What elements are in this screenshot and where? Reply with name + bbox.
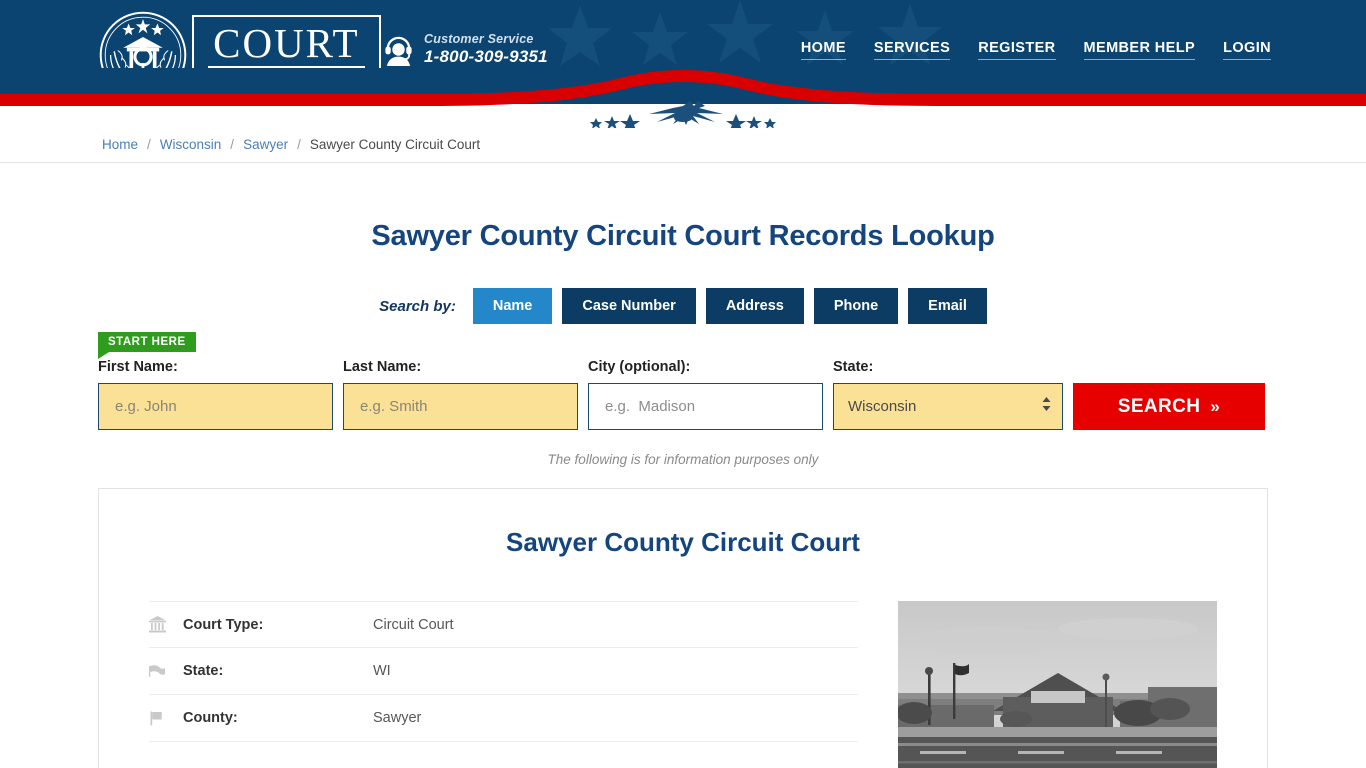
tab-name[interactable]: Name (472, 288, 553, 324)
court-details-table: Court Type: Circuit Court State: WI Coun… (149, 601, 858, 768)
table-row: County: Sawyer (149, 695, 858, 742)
nav-item-login[interactable]: LOGIN (1223, 40, 1271, 60)
breadcrumb-separator: / (297, 136, 301, 152)
tab-address[interactable]: Address (705, 288, 804, 324)
breadcrumb-item-current: Sawyer County Circuit Court (309, 136, 481, 152)
search-button-label: SEARCH (1117, 395, 1201, 417)
courthouse-photo (897, 601, 1217, 768)
stars-and-eagle-decoration (590, 101, 776, 128)
nav-item-services[interactable]: SERVICES (873, 40, 951, 60)
patriotic-wave-divider (0, 68, 1366, 128)
tab-phone[interactable]: Phone (813, 288, 899, 324)
city-label: City (optional): (588, 359, 691, 375)
tab-email[interactable]: Email (908, 288, 987, 324)
row-label: State: (183, 663, 224, 679)
search-by-tabs: Search by: Name Case Number Address Phon… (0, 288, 1366, 324)
last-name-label: Last Name: (343, 359, 422, 375)
double-chevron-right-icon: » (1210, 396, 1221, 416)
nav-item-register[interactable]: REGISTER (978, 40, 1056, 60)
bank-icon (149, 616, 183, 633)
flag-icon (149, 710, 183, 727)
row-label: Court Type: (183, 616, 264, 633)
headset-support-icon (385, 36, 412, 66)
city-input[interactable] (588, 383, 823, 430)
customer-service-label: Customer Service (424, 32, 534, 47)
state-field-group: State: WisconsinAlabamaAlaskaArizonaCali… (833, 359, 1063, 430)
search-button[interactable]: SEARCH » (1073, 383, 1265, 430)
search-form: START HERE First Name: Last Name: City (… (98, 324, 1268, 467)
breadcrumb-separator: / (147, 136, 151, 152)
tab-case-number[interactable]: Case Number (562, 288, 696, 324)
breadcrumb-item-sawyer[interactable]: Sawyer (243, 137, 288, 152)
pennant-icon (149, 663, 183, 680)
disclaimer-text: The following is for information purpose… (547, 452, 819, 467)
row-label: County: (183, 710, 238, 726)
court-card-title: Sawyer County Circuit Court (506, 527, 860, 557)
search-by-label: Search by: (379, 297, 456, 315)
customer-service-phone[interactable]: 1-800-309-9351 (424, 48, 548, 66)
main-navigation: HOME SERVICES REGISTER MEMBER HELP LOGIN (800, 40, 1271, 60)
breadcrumb-bar: Home / Wisconsin / Sawyer / Sawyer Count… (0, 126, 1366, 163)
first-name-label: First Name: (98, 359, 178, 375)
last-name-input[interactable] (343, 383, 578, 430)
city-field-group: City (optional): (588, 359, 823, 430)
table-row: Court Type: Circuit Court (149, 601, 858, 648)
nav-item-member-help[interactable]: MEMBER HELP (1083, 40, 1196, 60)
last-name-field-group: Last Name: (343, 359, 578, 430)
breadcrumb-item-wisconsin[interactable]: Wisconsin (160, 137, 222, 152)
court-details-card: Sawyer County Circuit Court Court Type: (98, 488, 1268, 768)
table-row: State: WI (149, 648, 858, 695)
first-name-field-group: First Name: (98, 359, 333, 430)
breadcrumb-separator: / (230, 136, 235, 152)
state-select[interactable]: WisconsinAlabamaAlaskaArizonaCaliforniaF… (833, 383, 1063, 430)
nav-item-home[interactable]: HOME (800, 40, 846, 60)
breadcrumb-item-home[interactable]: Home (102, 137, 138, 152)
start-here-badge: START HERE (98, 332, 196, 359)
first-name-input[interactable] (98, 383, 333, 430)
breadcrumb: Home / Wisconsin / Sawyer / Sawyer Count… (0, 137, 480, 152)
logo-title: COURT (208, 21, 365, 68)
row-value: Sawyer (373, 710, 422, 726)
state-label: State: (833, 359, 874, 375)
row-value: Circuit Court (373, 616, 454, 633)
page-title: Sawyer County Circuit Court Records Look… (371, 220, 995, 252)
row-value: WI (373, 663, 391, 679)
customer-service-block: Customer Service 1-800-309-9351 (382, 32, 548, 66)
